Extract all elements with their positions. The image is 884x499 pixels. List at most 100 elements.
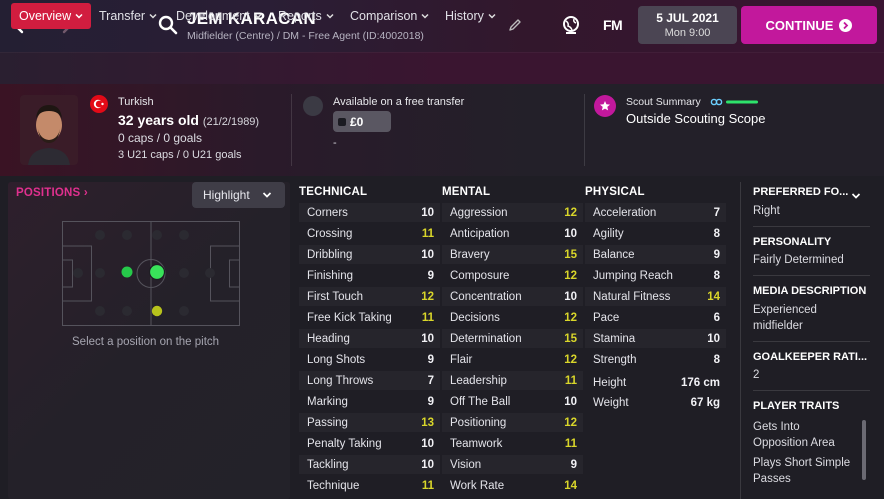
attribute-name: Acceleration [593, 206, 657, 219]
pencil-icon[interactable] [507, 17, 523, 33]
player-trait[interactable]: Gets Into Opposition Area [753, 419, 853, 451]
attribute-name: Long Throws [307, 374, 374, 387]
tab-label: Overview [19, 9, 72, 23]
positions-title[interactable]: POSITIONS › [16, 187, 88, 199]
chevron-down-icon[interactable] [851, 192, 861, 200]
attribute-row[interactable]: Jumping Reach 8 [585, 266, 726, 285]
attribute-row[interactable]: Crossing 11 [299, 224, 440, 243]
attribute-row[interactable]: Positioning 12 [442, 413, 583, 432]
attribute-row[interactable]: Decisions 12 [442, 308, 583, 327]
tab-bar [0, 52, 884, 84]
attribute-row[interactable]: First Touch 12 [299, 287, 440, 306]
divider [753, 390, 870, 391]
attribute-name: Technique [307, 479, 360, 492]
attribute-value: 12 [564, 269, 577, 282]
attribute-row[interactable]: Flair 12 [442, 350, 583, 369]
attribute-name: Jumping Reach [593, 269, 673, 282]
nationality: Turkish [118, 96, 154, 108]
scout-knowledge-meter [710, 98, 758, 106]
tab-history[interactable]: History [437, 3, 504, 29]
tab-label: Reports [278, 9, 322, 23]
globe-icon[interactable] [560, 14, 582, 36]
attribute-row[interactable]: Long Throws 7 [299, 371, 440, 390]
attribute-row[interactable]: Tackling 10 [299, 455, 440, 474]
attribute-row[interactable]: Acceleration 7 [585, 203, 726, 222]
chevron-right-icon: › [80, 187, 88, 199]
scout-summary-value: Outside Scouting Scope [626, 111, 766, 126]
player-age: 32 years old (21/2/1989) [118, 112, 259, 128]
attribute-row[interactable]: Aggression 12 [442, 203, 583, 222]
date-display[interactable]: 5 JUL 2021 Mon 9:00 [638, 6, 737, 44]
turkey-flag-icon [90, 95, 108, 113]
attribute-row[interactable]: Long Shots 9 [299, 350, 440, 369]
attribute-name: Vision [450, 458, 482, 471]
attribute-row[interactable]: Determination 15 [442, 329, 583, 348]
attribute-row[interactable]: Passing 13 [299, 413, 440, 432]
attribute-row[interactable]: Agility 8 [585, 224, 726, 243]
attribute-value: 10 [421, 206, 434, 219]
attribute-row[interactable]: Leadership 11 [442, 371, 583, 390]
highlight-dropdown[interactable]: Highlight [192, 182, 285, 208]
attribute-row[interactable]: Dribbling 10 [299, 245, 440, 264]
date-of-birth: (21/2/1989) [202, 116, 260, 128]
transfer-value-badge[interactable]: £0 [333, 111, 391, 132]
attribute-row[interactable]: Off The Ball 10 [442, 392, 583, 411]
attribute-name: Balance [593, 248, 635, 261]
sidebar-scrollbar[interactable] [862, 420, 866, 480]
attribute-name: Bravery [450, 248, 490, 261]
attribute-row[interactable]: Heading 10 [299, 329, 440, 348]
fm-logo[interactable]: FM [603, 17, 623, 33]
tab-overview[interactable]: Overview [11, 3, 92, 29]
tab-comparison[interactable]: Comparison [342, 3, 437, 29]
attribute-row[interactable]: Bravery 15 [442, 245, 583, 264]
attribute-row[interactable]: Finishing 9 [299, 266, 440, 285]
international-caps: 0 caps / 0 goals [118, 131, 203, 145]
attribute-row[interactable]: Strength 8 [585, 350, 726, 369]
attribute-value: 12 [421, 290, 434, 303]
chevron-down-icon [488, 13, 496, 19]
attribute-name: Heading [307, 332, 350, 345]
attribute-row[interactable]: Technique 11 [299, 476, 440, 495]
tab-reports[interactable]: Reports [270, 3, 342, 29]
player-avatar[interactable] [20, 95, 78, 165]
attribute-row[interactable]: Pace 6 [585, 308, 726, 327]
attribute-row[interactable]: Marking 9 [299, 392, 440, 411]
attribute-row[interactable]: Teamwork 11 [442, 434, 583, 453]
attribute-row[interactable]: Stamina 10 [585, 329, 726, 348]
player-trait[interactable]: Plays Short Simple Passes [753, 455, 861, 487]
scout-summary-label: Scout Summary [626, 96, 701, 108]
attribute-row[interactable]: Composure 12 [442, 266, 583, 285]
attribute-value: 6 [713, 311, 720, 324]
attribute-row[interactable]: Free Kick Taking 11 [299, 308, 440, 327]
attribute-row[interactable]: Anticipation 10 [442, 224, 583, 243]
tab-transfer[interactable]: Transfer [91, 3, 165, 29]
attribute-row[interactable]: Natural Fitness 14 [585, 287, 726, 306]
transfer-status: Available on a free transfer [333, 96, 465, 108]
player-subtitle: Midfielder (Centre) / DM - Free Agent (I… [187, 30, 424, 42]
tab-development[interactable]: Development [168, 3, 270, 29]
attribute-name: Marking [307, 395, 348, 408]
attribute-row[interactable]: Balance 9 [585, 245, 726, 264]
attribute-value: 14 [564, 479, 577, 492]
attribute-name: Aggression [450, 206, 508, 219]
attribute-row[interactable]: Penalty Taking 10 [299, 434, 440, 453]
chevron-down-icon [254, 13, 262, 19]
attribute-row[interactable]: Vision 9 [442, 455, 583, 474]
attribute-value: 10 [421, 248, 434, 261]
attribute-name: First Touch [307, 290, 364, 303]
attribute-name: Passing [307, 416, 348, 429]
attribute-value: 10 [421, 437, 434, 450]
attribute-value: 12 [564, 353, 577, 366]
pitch-diagram[interactable] [62, 221, 240, 326]
age-value: 32 years old [118, 112, 199, 128]
attribute-name: Teamwork [450, 437, 503, 450]
attribute-row[interactable]: Concentration 10 [442, 287, 583, 306]
attribute-value: 8 [713, 269, 720, 282]
media-description-value: Experienced midfielder [753, 304, 817, 332]
attribute-value: 11 [564, 374, 577, 387]
date-time: Mon 9:00 [664, 27, 711, 39]
attribute-row[interactable]: Work Rate 14 [442, 476, 583, 495]
attribute-row[interactable]: Corners 10 [299, 203, 440, 222]
preferred-foot-title[interactable]: PREFERRED FO... [753, 186, 848, 198]
continue-button[interactable]: CONTINUE [741, 6, 877, 44]
